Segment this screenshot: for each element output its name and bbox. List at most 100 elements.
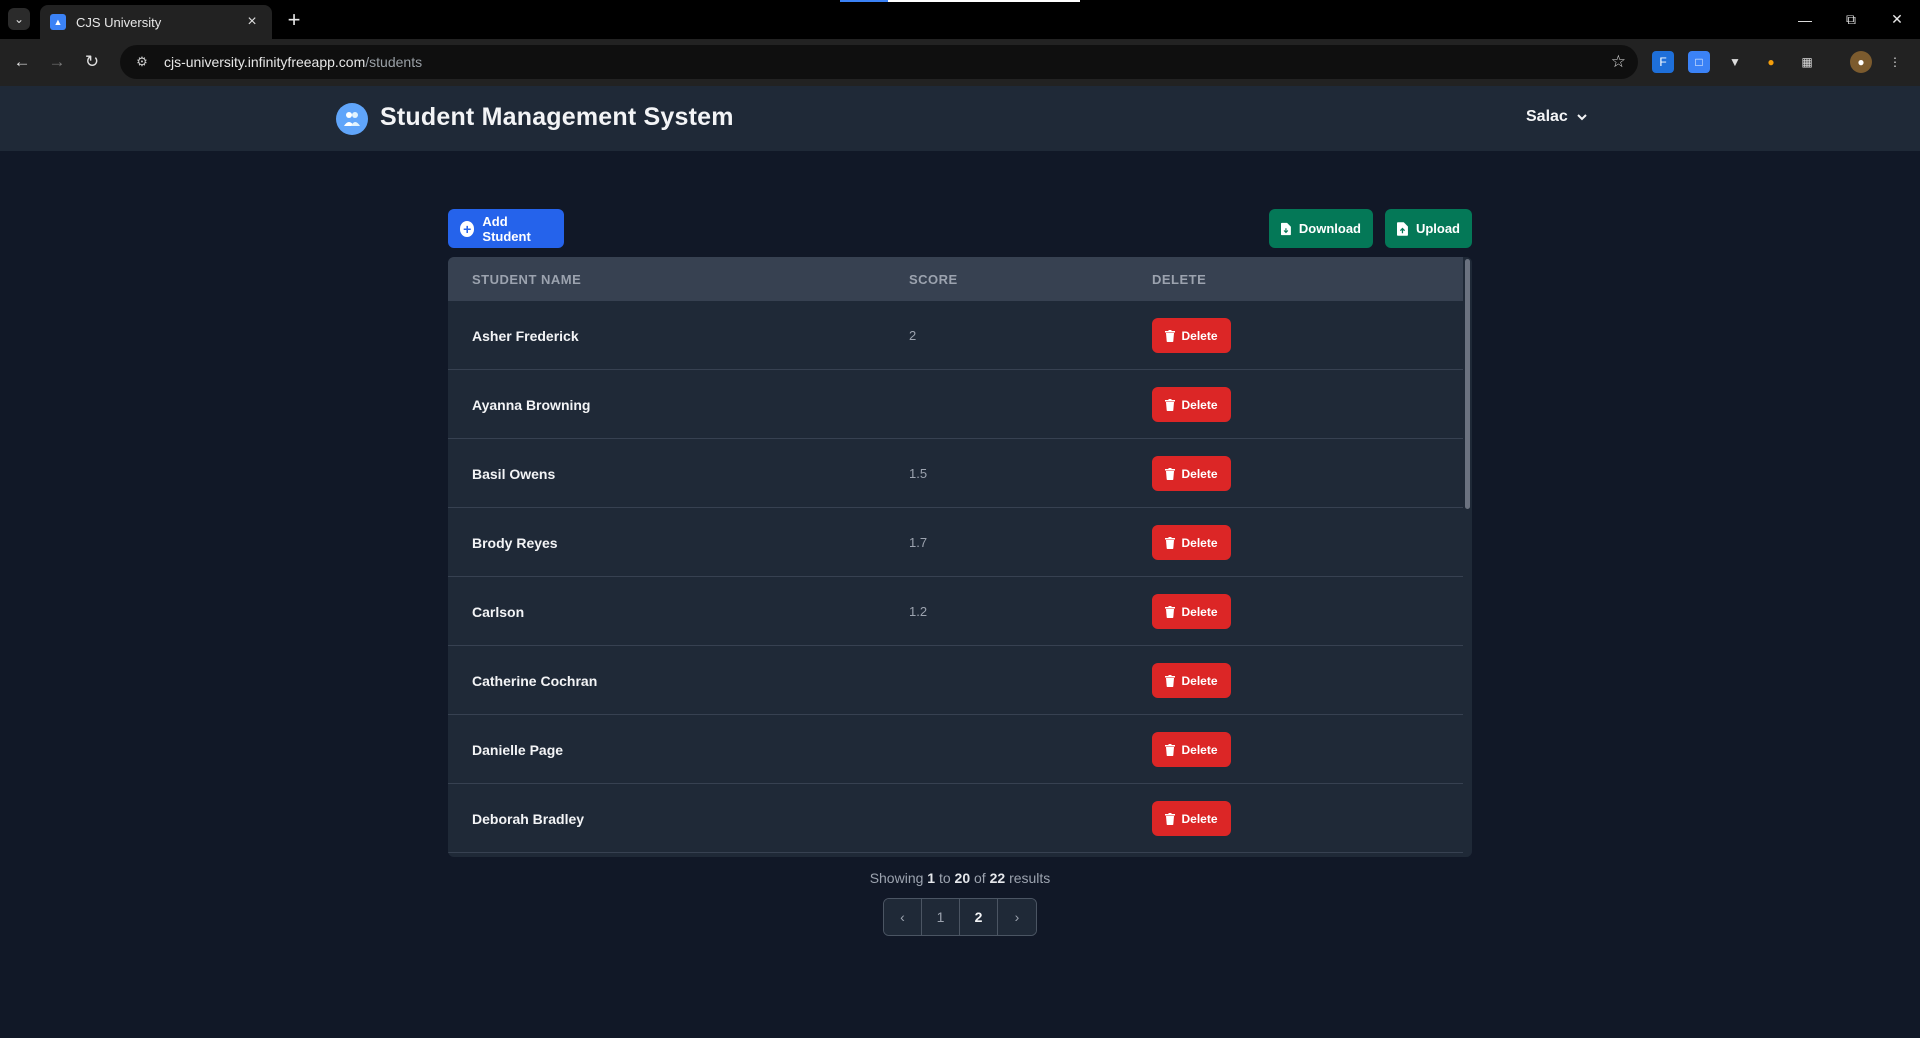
- trash-icon: [1165, 674, 1176, 687]
- student-score: 1.5: [909, 466, 928, 481]
- upload-button[interactable]: Upload: [1385, 209, 1472, 248]
- delete-button[interactable]: Delete: [1152, 663, 1231, 698]
- student-name: Deborah Bradley: [472, 811, 585, 827]
- add-student-button[interactable]: + Add Student: [448, 209, 564, 248]
- trash-icon: [1165, 536, 1176, 549]
- students-logo-icon: [336, 103, 368, 135]
- page-2[interactable]: 2: [960, 899, 998, 935]
- results-summary: Showing 1 to 20 of 22 results: [869, 870, 1051, 886]
- table-row: Brody Reyes 1.7 Delete: [448, 508, 1463, 577]
- minimize-icon[interactable]: —: [1782, 0, 1828, 39]
- delete-label: Delete: [1181, 673, 1218, 688]
- download-label: Download: [1298, 221, 1361, 236]
- extensions-puzzle-icon[interactable]: ▦: [1796, 51, 1818, 73]
- table-row: Danielle Page Delete: [448, 715, 1463, 784]
- tab-favicon-icon: ▲: [50, 14, 66, 30]
- trash-icon: [1165, 329, 1176, 342]
- delete-label: Delete: [1181, 742, 1218, 757]
- delete-label: Delete: [1181, 535, 1218, 550]
- site-info-icon[interactable]: ⚙: [132, 52, 152, 72]
- extension-v-icon[interactable]: ▼: [1724, 51, 1746, 73]
- browser-tabbar: ⌄ ▲ CJS University × + — ⧉ ✕: [0, 0, 1920, 39]
- tab-strip-indicator-active: [840, 0, 888, 2]
- file-upload-icon: [1397, 221, 1408, 236]
- next-page-chevron-icon[interactable]: ›: [998, 899, 1036, 935]
- table-row: Basil Owens 1.5 Delete: [448, 439, 1463, 508]
- table-row: Deborah Bradley Delete: [448, 784, 1463, 853]
- pagination: ‹ 1 2 ›: [883, 898, 1037, 936]
- url-text: cjs-university.infinityfreeapp.com/stude…: [164, 54, 423, 70]
- delete-button[interactable]: Delete: [1152, 594, 1231, 629]
- plus-circle-icon: +: [460, 220, 475, 237]
- app-title: Student Management System: [380, 103, 734, 131]
- header-delete: DELETE: [1152, 272, 1207, 287]
- student-score: 1.2: [909, 604, 928, 619]
- extension-doc-icon[interactable]: □: [1688, 51, 1710, 73]
- restore-icon[interactable]: ⧉: [1828, 0, 1874, 39]
- student-name: Asher Frederick: [472, 328, 579, 344]
- table-row: Ayanna Browning Delete: [448, 370, 1463, 439]
- file-download-icon: [1281, 222, 1291, 235]
- profile-avatar-icon[interactable]: ●: [1850, 51, 1872, 73]
- student-score: 1.7: [909, 535, 928, 550]
- address-bar[interactable]: ⚙ cjs-university.infinityfreeapp.com/stu…: [120, 45, 1638, 79]
- header-score[interactable]: SCORE: [909, 272, 958, 287]
- delete-button[interactable]: Delete: [1152, 456, 1231, 491]
- header-student-name[interactable]: STUDENT NAME: [472, 272, 581, 287]
- user-menu[interactable]: Salac: [1526, 108, 1588, 126]
- bookmark-star-icon[interactable]: ☆: [1611, 52, 1626, 72]
- app-header: Student Management System Salac: [0, 86, 1920, 151]
- student-name: Basil Owens: [472, 466, 556, 482]
- table-scrollbar[interactable]: [1463, 257, 1472, 857]
- tab-close-icon[interactable]: ×: [242, 13, 262, 31]
- chevron-down-icon: [1577, 114, 1587, 121]
- student-name: Carlson: [472, 604, 525, 620]
- table-body: Asher Frederick 2 Delete Ayanna Browning Del…: [448, 301, 1463, 853]
- delete-button[interactable]: Delete: [1152, 732, 1231, 767]
- table-row: Carlson 1.2 Delete: [448, 577, 1463, 646]
- delete-label: Delete: [1181, 811, 1218, 826]
- upload-label: Upload: [1415, 221, 1460, 236]
- delete-label: Delete: [1181, 328, 1218, 343]
- students-table: STUDENT NAME SCORE DELETE Asher Frederic…: [448, 257, 1472, 857]
- new-tab-plus-icon[interactable]: +: [282, 7, 306, 33]
- extension-orange-icon[interactable]: ●: [1760, 51, 1782, 73]
- browser-toolbar: ← → ↻ ⚙ cjs-university.infinityfreeapp.c…: [0, 39, 1920, 86]
- delete-button[interactable]: Delete: [1152, 525, 1231, 560]
- download-button[interactable]: Download: [1269, 209, 1373, 248]
- trash-icon: [1165, 398, 1176, 411]
- extension-fi-icon[interactable]: F: [1652, 51, 1674, 73]
- browser-tab[interactable]: ▲ CJS University ×: [40, 5, 272, 39]
- scrollbar-thumb[interactable]: [1465, 259, 1470, 509]
- delete-label: Delete: [1181, 466, 1218, 481]
- add-student-label: Add Student: [482, 213, 531, 244]
- tab-title: CJS University: [76, 14, 162, 30]
- table-row: Asher Frederick 2 Delete: [448, 301, 1463, 370]
- prev-page-chevron-icon[interactable]: ‹: [884, 899, 922, 935]
- delete-label: Delete: [1181, 397, 1218, 412]
- user-name: Salac: [1526, 108, 1568, 125]
- student-score: 2: [909, 328, 917, 343]
- delete-label: Delete: [1181, 604, 1218, 619]
- tab-list-chevron-icon[interactable]: ⌄: [8, 8, 30, 30]
- trash-icon: [1165, 812, 1176, 825]
- student-name: Ayanna Browning: [472, 397, 591, 413]
- student-name: Catherine Cochran: [472, 673, 598, 689]
- table-header: STUDENT NAME SCORE DELETE: [448, 257, 1463, 301]
- delete-button[interactable]: Delete: [1152, 801, 1231, 836]
- trash-icon: [1165, 605, 1176, 618]
- delete-button[interactable]: Delete: [1152, 387, 1231, 422]
- forward-arrow-icon[interactable]: →: [45, 50, 69, 74]
- page-1[interactable]: 1: [922, 899, 960, 935]
- browser-menu-icon[interactable]: ⋮: [1884, 51, 1906, 73]
- delete-button[interactable]: Delete: [1152, 318, 1231, 353]
- trash-icon: [1165, 467, 1176, 480]
- student-name: Danielle Page: [472, 742, 564, 758]
- close-window-icon[interactable]: ✕: [1874, 0, 1920, 39]
- back-arrow-icon[interactable]: ←: [10, 50, 34, 74]
- student-name: Brody Reyes: [472, 535, 558, 551]
- table-row: Catherine Cochran Delete: [448, 646, 1463, 715]
- window-controls: — ⧉ ✕: [1782, 0, 1920, 39]
- reload-icon[interactable]: ↻: [80, 50, 104, 74]
- trash-icon: [1165, 743, 1176, 756]
